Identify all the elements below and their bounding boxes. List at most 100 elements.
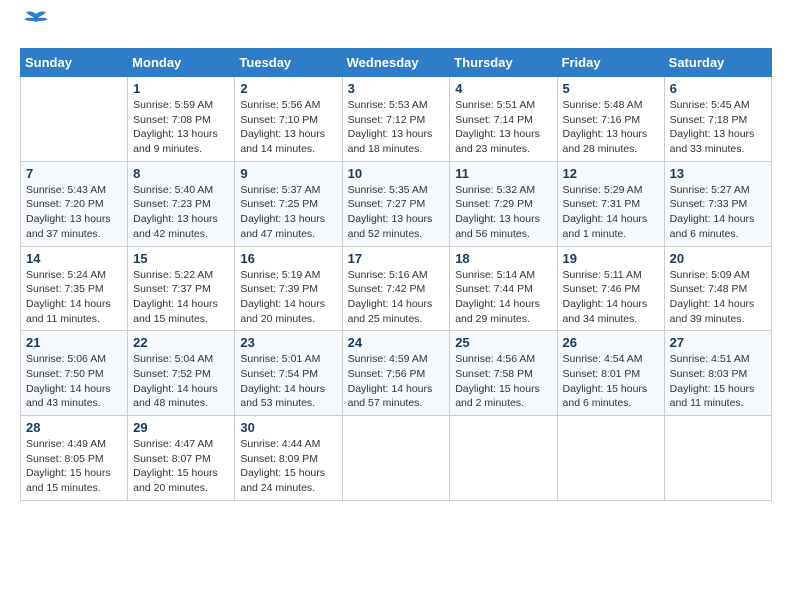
calendar-cell: 6 Sunrise: 5:45 AMSunset: 7:18 PMDaylight…	[664, 77, 771, 162]
day-number: 21	[26, 335, 122, 350]
day-number: 27	[670, 335, 766, 350]
calendar-cell: 16 Sunrise: 5:19 AMSunset: 7:39 PMDayligh…	[235, 246, 342, 331]
day-number: 30	[240, 420, 336, 435]
day-number: 16	[240, 251, 336, 266]
calendar-cell: 21 Sunrise: 5:06 AMSunset: 7:50 PMDayligh…	[21, 331, 128, 416]
cell-info: Sunrise: 5:19 AMSunset: 7:39 PMDaylight:…	[240, 268, 336, 327]
day-number: 8	[133, 166, 229, 181]
calendar-header-row: SundayMondayTuesdayWednesdayThursdayFrid…	[21, 49, 772, 77]
weekday-header-saturday: Saturday	[664, 49, 771, 77]
cell-info: Sunrise: 5:29 AMSunset: 7:31 PMDaylight:…	[563, 183, 659, 242]
calendar-cell: 26Sunrise: 4:54 AMSunset: 8:01 PMDayligh…	[557, 331, 664, 416]
calendar-cell: 9 Sunrise: 5:37 AMSunset: 7:25 PMDaylight…	[235, 161, 342, 246]
cell-info: Sunrise: 5:37 AMSunset: 7:25 PMDaylight:…	[240, 183, 336, 242]
day-number: 9	[240, 166, 336, 181]
calendar-cell: 4Sunrise: 5:51 AMSunset: 7:14 PMDaylight…	[450, 77, 557, 162]
calendar-cell	[664, 416, 771, 501]
calendar-week-row: 1Sunrise: 5:59 AMSunset: 7:08 PMDaylight…	[21, 77, 772, 162]
calendar-cell: 7 Sunrise: 5:43 AMSunset: 7:20 PMDaylight…	[21, 161, 128, 246]
day-number: 1	[133, 81, 229, 96]
calendar-cell: 14 Sunrise: 5:24 AMSunset: 7:35 PMDayligh…	[21, 246, 128, 331]
calendar-cell: 28Sunrise: 4:49 AMSunset: 8:05 PMDayligh…	[21, 416, 128, 501]
day-number: 23	[240, 335, 336, 350]
cell-info: Sunrise: 4:51 AMSunset: 8:03 PMDaylight:…	[670, 352, 766, 411]
day-number: 3	[348, 81, 445, 96]
day-number: 26	[563, 335, 659, 350]
cell-info: Sunrise: 4:49 AMSunset: 8:05 PMDaylight:…	[26, 437, 122, 496]
calendar-cell	[21, 77, 128, 162]
calendar-cell: 3 Sunrise: 5:53 AMSunset: 7:12 PMDaylight…	[342, 77, 450, 162]
cell-info: Sunrise: 5:45 AMSunset: 7:18 PMDaylight:…	[670, 98, 766, 157]
calendar-cell: 8 Sunrise: 5:40 AMSunset: 7:23 PMDaylight…	[128, 161, 235, 246]
calendar-cell: 1Sunrise: 5:59 AMSunset: 7:08 PMDaylight…	[128, 77, 235, 162]
calendar-cell: 30Sunrise: 4:44 AMSunset: 8:09 PMDayligh…	[235, 416, 342, 501]
cell-info: Sunrise: 5:22 AMSunset: 7:37 PMDaylight:…	[133, 268, 229, 327]
cell-info: Sunrise: 5:14 AMSunset: 7:44 PMDaylight:…	[455, 268, 551, 327]
calendar-cell: 24 Sunrise: 4:59 AMSunset: 7:56 PMDayligh…	[342, 331, 450, 416]
weekday-header-thursday: Thursday	[450, 49, 557, 77]
cell-info: Sunrise: 5:43 AMSunset: 7:20 PMDaylight:…	[26, 183, 122, 242]
calendar-cell: 19 Sunrise: 5:11 AMSunset: 7:46 PMDayligh…	[557, 246, 664, 331]
day-number: 29	[133, 420, 229, 435]
calendar-cell: 23 Sunrise: 5:01 AMSunset: 7:54 PMDayligh…	[235, 331, 342, 416]
cell-info: Sunrise: 4:56 AMSunset: 7:58 PMDaylight:…	[455, 352, 551, 411]
weekday-header-wednesday: Wednesday	[342, 49, 450, 77]
day-number: 6	[670, 81, 766, 96]
calendar-table: SundayMondayTuesdayWednesdayThursdayFrid…	[20, 48, 772, 501]
calendar-cell: 11 Sunrise: 5:32 AMSunset: 7:29 PMDayligh…	[450, 161, 557, 246]
day-number: 5	[563, 81, 659, 96]
cell-info: Sunrise: 5:48 AMSunset: 7:16 PMDaylight:…	[563, 98, 659, 157]
cell-info: Sunrise: 5:06 AMSunset: 7:50 PMDaylight:…	[26, 352, 122, 411]
cell-info: Sunrise: 5:04 AMSunset: 7:52 PMDaylight:…	[133, 352, 229, 411]
weekday-header-monday: Monday	[128, 49, 235, 77]
logo	[20, 20, 50, 32]
day-number: 20	[670, 251, 766, 266]
day-number: 7	[26, 166, 122, 181]
cell-info: Sunrise: 5:09 AMSunset: 7:48 PMDaylight:…	[670, 268, 766, 327]
weekday-header-tuesday: Tuesday	[235, 49, 342, 77]
cell-info: Sunrise: 5:40 AMSunset: 7:23 PMDaylight:…	[133, 183, 229, 242]
day-number: 25	[455, 335, 551, 350]
cell-info: Sunrise: 5:01 AMSunset: 7:54 PMDaylight:…	[240, 352, 336, 411]
day-number: 17	[348, 251, 445, 266]
cell-info: Sunrise: 4:59 AMSunset: 7:56 PMDaylight:…	[348, 352, 445, 411]
cell-info: Sunrise: 5:32 AMSunset: 7:29 PMDaylight:…	[455, 183, 551, 242]
weekday-header-sunday: Sunday	[21, 49, 128, 77]
calendar-week-row: 14 Sunrise: 5:24 AMSunset: 7:35 PMDayligh…	[21, 246, 772, 331]
calendar-cell: 15 Sunrise: 5:22 AMSunset: 7:37 PMDayligh…	[128, 246, 235, 331]
day-number: 12	[563, 166, 659, 181]
calendar-cell: 5 Sunrise: 5:48 AMSunset: 7:16 PMDaylight…	[557, 77, 664, 162]
cell-info: Sunrise: 5:24 AMSunset: 7:35 PMDaylight:…	[26, 268, 122, 327]
cell-info: Sunrise: 5:27 AMSunset: 7:33 PMDaylight:…	[670, 183, 766, 242]
cell-info: Sunrise: 5:56 AMSunset: 7:10 PMDaylight:…	[240, 98, 336, 157]
day-number: 18	[455, 251, 551, 266]
day-number: 19	[563, 251, 659, 266]
logo-bird-icon	[22, 10, 50, 32]
calendar-cell: 17 Sunrise: 5:16 AMSunset: 7:42 PMDayligh…	[342, 246, 450, 331]
day-number: 14	[26, 251, 122, 266]
calendar-cell: 27 Sunrise: 4:51 AMSunset: 8:03 PMDayligh…	[664, 331, 771, 416]
calendar-cell: 10 Sunrise: 5:35 AMSunset: 7:27 PMDayligh…	[342, 161, 450, 246]
day-number: 22	[133, 335, 229, 350]
day-number: 24	[348, 335, 445, 350]
day-number: 10	[348, 166, 445, 181]
day-number: 11	[455, 166, 551, 181]
calendar-cell: 18 Sunrise: 5:14 AMSunset: 7:44 PMDayligh…	[450, 246, 557, 331]
day-number: 15	[133, 251, 229, 266]
calendar-cell: 12 Sunrise: 5:29 AMSunset: 7:31 PMDayligh…	[557, 161, 664, 246]
calendar-cell: 20 Sunrise: 5:09 AMSunset: 7:48 PMDayligh…	[664, 246, 771, 331]
cell-info: Sunrise: 5:35 AMSunset: 7:27 PMDaylight:…	[348, 183, 445, 242]
weekday-header-friday: Friday	[557, 49, 664, 77]
calendar-cell	[557, 416, 664, 501]
calendar-cell: 22 Sunrise: 5:04 AMSunset: 7:52 PMDayligh…	[128, 331, 235, 416]
calendar-cell: 25 Sunrise: 4:56 AMSunset: 7:58 PMDayligh…	[450, 331, 557, 416]
page-header	[20, 20, 772, 32]
day-number: 2	[240, 81, 336, 96]
cell-info: Sunrise: 5:53 AMSunset: 7:12 PMDaylight:…	[348, 98, 445, 157]
cell-info: Sunrise: 5:11 AMSunset: 7:46 PMDaylight:…	[563, 268, 659, 327]
calendar-week-row: 7 Sunrise: 5:43 AMSunset: 7:20 PMDaylight…	[21, 161, 772, 246]
calendar-cell: 13Sunrise: 5:27 AMSunset: 7:33 PMDayligh…	[664, 161, 771, 246]
cell-info: Sunrise: 5:16 AMSunset: 7:42 PMDaylight:…	[348, 268, 445, 327]
calendar-week-row: 21 Sunrise: 5:06 AMSunset: 7:50 PMDayligh…	[21, 331, 772, 416]
calendar-cell	[342, 416, 450, 501]
